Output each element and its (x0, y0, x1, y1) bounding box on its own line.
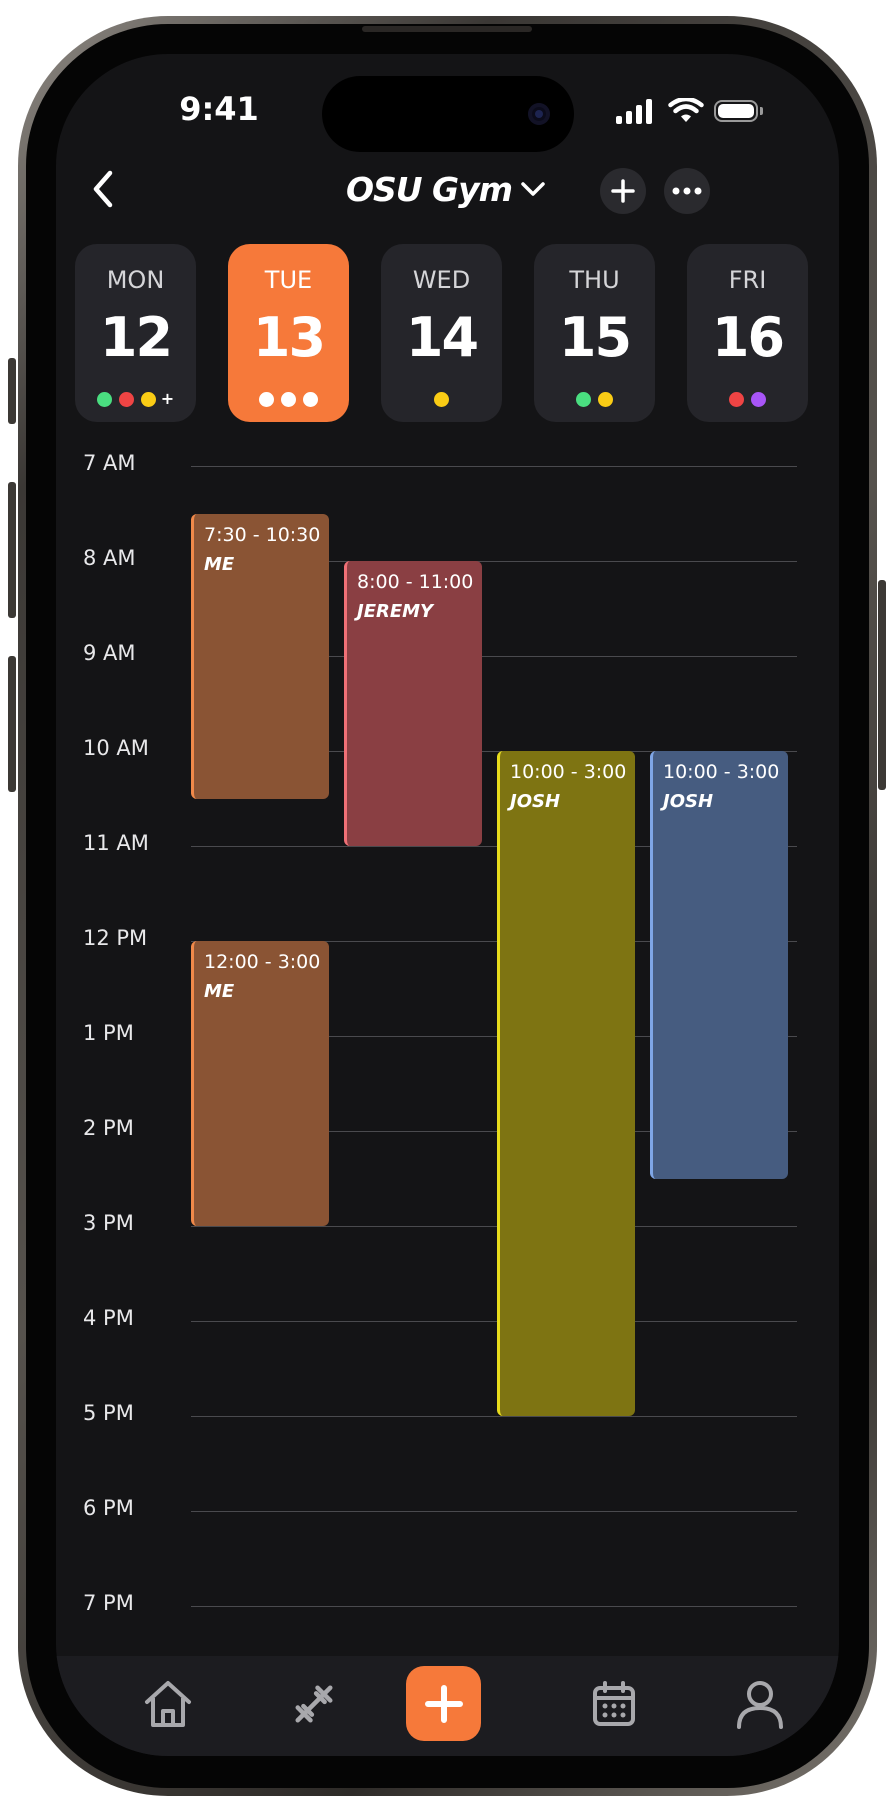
event-time: 12:00 - 3:00 (204, 951, 321, 973)
tab-calendar[interactable] (574, 1664, 654, 1744)
event-block[interactable]: 7:30 - 10:30 ME (191, 513, 329, 799)
hour-label: 10 AM (83, 736, 149, 760)
event-block[interactable]: 12:00 - 3:00 ME (191, 941, 329, 1226)
volume-down-button (8, 656, 16, 792)
profile-icon (737, 1681, 783, 1729)
hour-label: 3 PM (83, 1211, 134, 1235)
tab-profile[interactable] (720, 1664, 800, 1744)
hour-gridline (191, 1321, 797, 1322)
hour-label: 6 PM (83, 1496, 134, 1520)
event-person: JOSH (663, 791, 714, 812)
hour-label: 9 AM (83, 641, 136, 665)
hour-gridline (191, 1606, 797, 1607)
event-time: 10:00 - 3:00 (663, 761, 780, 783)
action-button (8, 358, 16, 424)
event-person: ME (204, 553, 235, 575)
add-booking-button[interactable] (406, 1666, 481, 1741)
dumbbell-icon (295, 1685, 333, 1723)
hour-label: 7 AM (83, 451, 136, 475)
home-icon (145, 1681, 191, 1727)
hour-gridline (191, 466, 797, 467)
screen: 9:41 OSU Gym MON 12 + TUE 13 WED 14 THU … (56, 54, 839, 1756)
hour-gridline (191, 1416, 797, 1417)
event-block[interactable]: 10:00 - 3:00 JOSH (650, 751, 788, 1179)
event-time: 8:00 - 11:00 (357, 571, 474, 593)
event-time: 7:30 - 10:30 (204, 523, 321, 546)
speaker-grille (362, 26, 532, 32)
plus-icon (424, 1684, 463, 1723)
event-block[interactable]: 10:00 - 3:00 JOSH (497, 751, 635, 1416)
tab-home[interactable] (128, 1664, 208, 1744)
tab-workouts[interactable] (274, 1664, 354, 1744)
schedule-timeline[interactable]: 7 AM 8 AM 9 AM 10 AM 11 AM 12 PM 1 PM 2 … (56, 54, 839, 1656)
hour-label: 8 AM (83, 546, 136, 570)
hour-label: 1 PM (83, 1021, 134, 1045)
event-person: JOSH (510, 791, 561, 812)
event-block[interactable]: 8:00 - 11:00 JEREMY (344, 561, 482, 846)
hour-label: 4 PM (83, 1306, 134, 1330)
event-person: ME (204, 981, 235, 1002)
bottom-tab-bar (56, 1656, 839, 1756)
hour-label: 5 PM (83, 1401, 134, 1425)
volume-up-button (8, 482, 16, 618)
hour-label: 2 PM (83, 1116, 134, 1140)
power-button (878, 580, 886, 790)
hour-gridline (191, 1226, 797, 1227)
event-person: JEREMY (357, 601, 434, 622)
hour-label: 11 AM (83, 831, 149, 855)
hour-label: 7 PM (83, 1591, 134, 1615)
hour-gridline (191, 1511, 797, 1512)
event-time: 10:00 - 3:00 (510, 761, 627, 783)
hour-label: 12 PM (83, 926, 148, 950)
calendar-icon (593, 1681, 635, 1726)
